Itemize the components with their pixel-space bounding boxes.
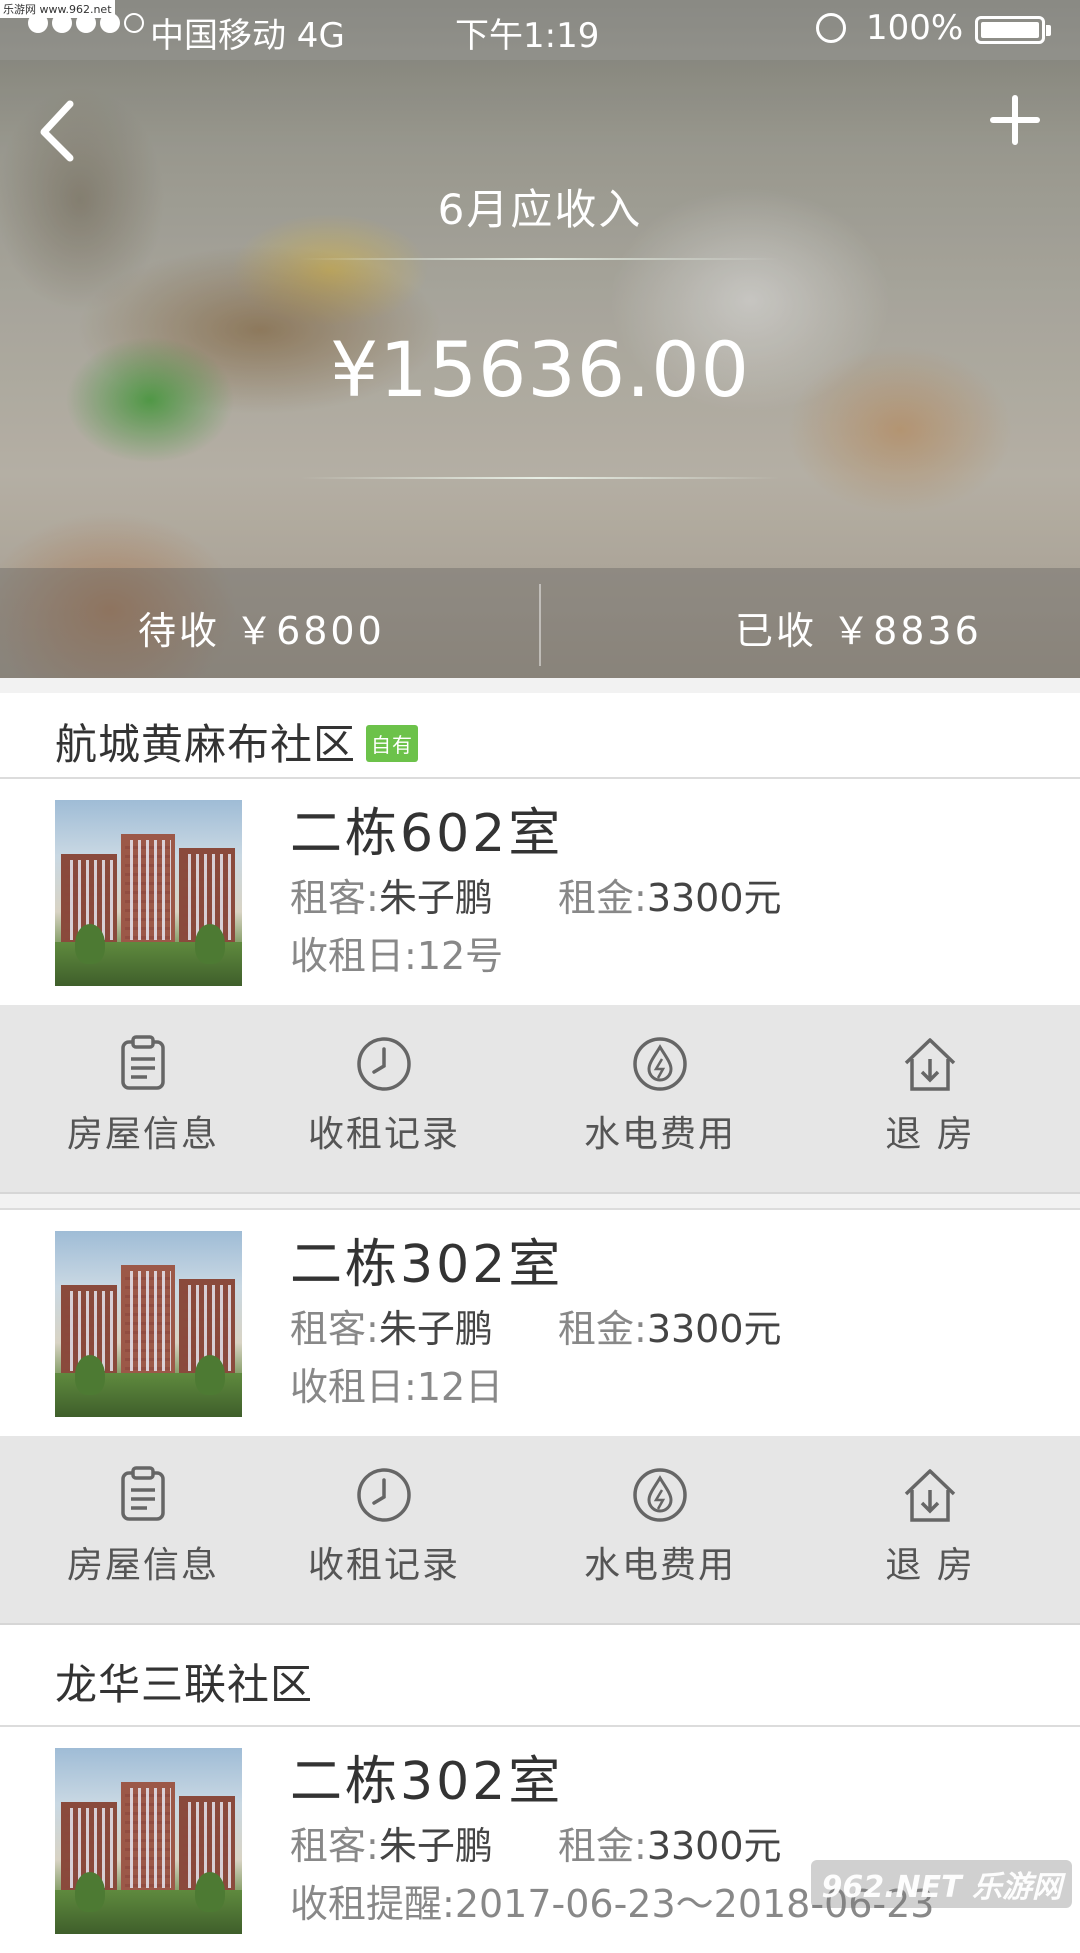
room-card[interactable]: 二栋302室 租客:朱子鹏 租金:3300元 收租提醒:2017-06-23～2…	[0, 1727, 1080, 1953]
building-image	[55, 1748, 242, 1934]
back-button[interactable]	[30, 96, 90, 166]
rent-label: 租金:	[558, 1824, 647, 1868]
rent-row: 租金:3300元	[558, 1815, 782, 1870]
clock-icon	[357, 1037, 411, 1091]
status-bar: 中国移动 4G 下午1:19 100%	[0, 0, 1080, 60]
room-card[interactable]: 二栋302室 租客:朱子鹏 租金:3300元 收租日:12日	[0, 1210, 1080, 1436]
rent-records-button[interactable]: 收租记录	[284, 1035, 484, 1157]
community-name-row: 航城黄麻布社区 自有	[55, 711, 419, 772]
add-button[interactable]	[985, 90, 1045, 150]
drop-bolt-icon	[633, 1468, 687, 1522]
rent-value: 3300元	[646, 1307, 782, 1351]
rent-day-value: 12号	[416, 934, 504, 978]
pending-amount[interactable]: 待收 ￥6800	[138, 600, 385, 655]
rent-day-row: 收租日:12日	[290, 1356, 503, 1411]
tenant-name: 朱子鹏	[378, 876, 493, 920]
community-name: 龙华三联社区	[55, 1660, 314, 1709]
checkout-label: 退 房	[885, 1545, 975, 1586]
brand-watermark: 962.NET 乐游网	[811, 1860, 1072, 1908]
checkout-button[interactable]: 退 房	[830, 1466, 1030, 1588]
owned-badge: 自有	[366, 725, 419, 762]
battery-percent: 100%	[866, 8, 964, 48]
community-name: 航城黄麻布社区	[55, 720, 357, 769]
utilities-button[interactable]: 水电费用	[560, 1035, 760, 1157]
rent-records-label: 收租记录	[307, 1114, 460, 1155]
checkout-button[interactable]: 退 房	[830, 1035, 1030, 1157]
house-info-button[interactable]: 房屋信息	[43, 1035, 243, 1157]
month-income-title: 6月应收入	[437, 185, 643, 234]
battery-icon	[975, 16, 1051, 44]
tenant-name: 朱子鹏	[378, 1824, 493, 1868]
plus-icon	[990, 95, 1040, 145]
utilities-label: 水电费用	[583, 1545, 736, 1586]
carrier-label: 中国移动 4G	[150, 16, 345, 56]
summary-divider	[539, 584, 541, 666]
property-list: 航城黄麻布社区 自有 二栋602室 租客:朱子鹏 租金:3300元 收租日:12号…	[0, 693, 1080, 1953]
building-image	[55, 800, 242, 986]
tenant-row: 租客:朱子鹏 租金:3300元	[290, 1298, 782, 1353]
rent-day-value: 12日	[416, 1365, 504, 1409]
rent-label: 租金:	[558, 876, 647, 920]
rent-label: 租金:	[558, 1307, 647, 1351]
rent-day-label: 收租日:	[290, 934, 417, 978]
house-info-label: 房屋信息	[66, 1114, 219, 1155]
community-header[interactable]: 航城黄麻布社区 自有	[0, 693, 1080, 779]
room-title: 二栋302室	[290, 1752, 564, 1812]
community-header[interactable]: 龙华三联社区	[0, 1625, 1080, 1727]
rent-value: 3300元	[646, 876, 782, 920]
chevron-left-icon	[40, 100, 74, 162]
room-actions: 房屋信息 收租记录 水电费用 退 房	[0, 1436, 1080, 1625]
income-header: 中国移动 4G 下午1:19 100% 6月应收入 ¥15636.00 待收 ￥…	[0, 0, 1080, 678]
room-actions: 房屋信息 收租记录 水电费用 退 房	[0, 1005, 1080, 1194]
house-info-button[interactable]: 房屋信息	[43, 1466, 243, 1588]
card-separator	[0, 1194, 1080, 1210]
tenant-label: 租客:	[290, 1824, 379, 1868]
rent-records-button[interactable]: 收租记录	[284, 1466, 484, 1588]
rent-day-label: 收租日:	[290, 1365, 417, 1409]
rotation-lock-icon	[816, 13, 846, 43]
utilities-label: 水电费用	[583, 1114, 736, 1155]
clipboard-icon	[121, 1035, 165, 1090]
tenant-row: 租客:朱子鹏 租金:3300元	[290, 867, 782, 922]
room-card[interactable]: 二栋602室 租客:朱子鹏 租金:3300元 收租日:12号	[0, 779, 1080, 1005]
site-watermark: 乐游网 www.962.net	[0, 0, 115, 18]
rent-row: 租金:3300元	[558, 867, 782, 922]
tenant-label: 租客:	[290, 1307, 379, 1351]
checkout-label: 退 房	[885, 1114, 975, 1155]
rent-row: 租金:3300元	[558, 1298, 782, 1353]
house-info-label: 房屋信息	[66, 1545, 219, 1586]
clock-icon	[357, 1468, 411, 1522]
clock: 下午1:19	[455, 16, 600, 56]
utilities-button[interactable]: 水电费用	[560, 1466, 760, 1588]
rent-value: 3300元	[646, 1824, 782, 1868]
rent-reminder-label: 收租提醒:	[290, 1882, 455, 1926]
divider-top	[300, 258, 780, 260]
income-summary-bar: 待收 ￥6800 已收 ￥8836	[0, 568, 1080, 678]
income-amount: ¥15636.00	[330, 325, 750, 414]
building-image	[55, 1231, 242, 1417]
drop-bolt-icon	[633, 1037, 687, 1091]
received-amount[interactable]: 已收 ￥8836	[735, 600, 982, 655]
divider-bottom	[300, 477, 780, 479]
room-title: 二栋602室	[290, 804, 564, 864]
tenant-label: 租客:	[290, 876, 379, 920]
house-arrow-icon	[904, 1469, 956, 1522]
clipboard-icon	[121, 1466, 165, 1521]
room-title: 二栋302室	[290, 1235, 564, 1295]
rent-records-label: 收租记录	[307, 1545, 460, 1586]
rent-day-row: 收租日:12号	[290, 925, 503, 980]
tenant-row: 租客:朱子鹏 租金:3300元	[290, 1815, 782, 1870]
tenant-name: 朱子鹏	[378, 1307, 493, 1351]
house-arrow-icon	[904, 1038, 956, 1091]
